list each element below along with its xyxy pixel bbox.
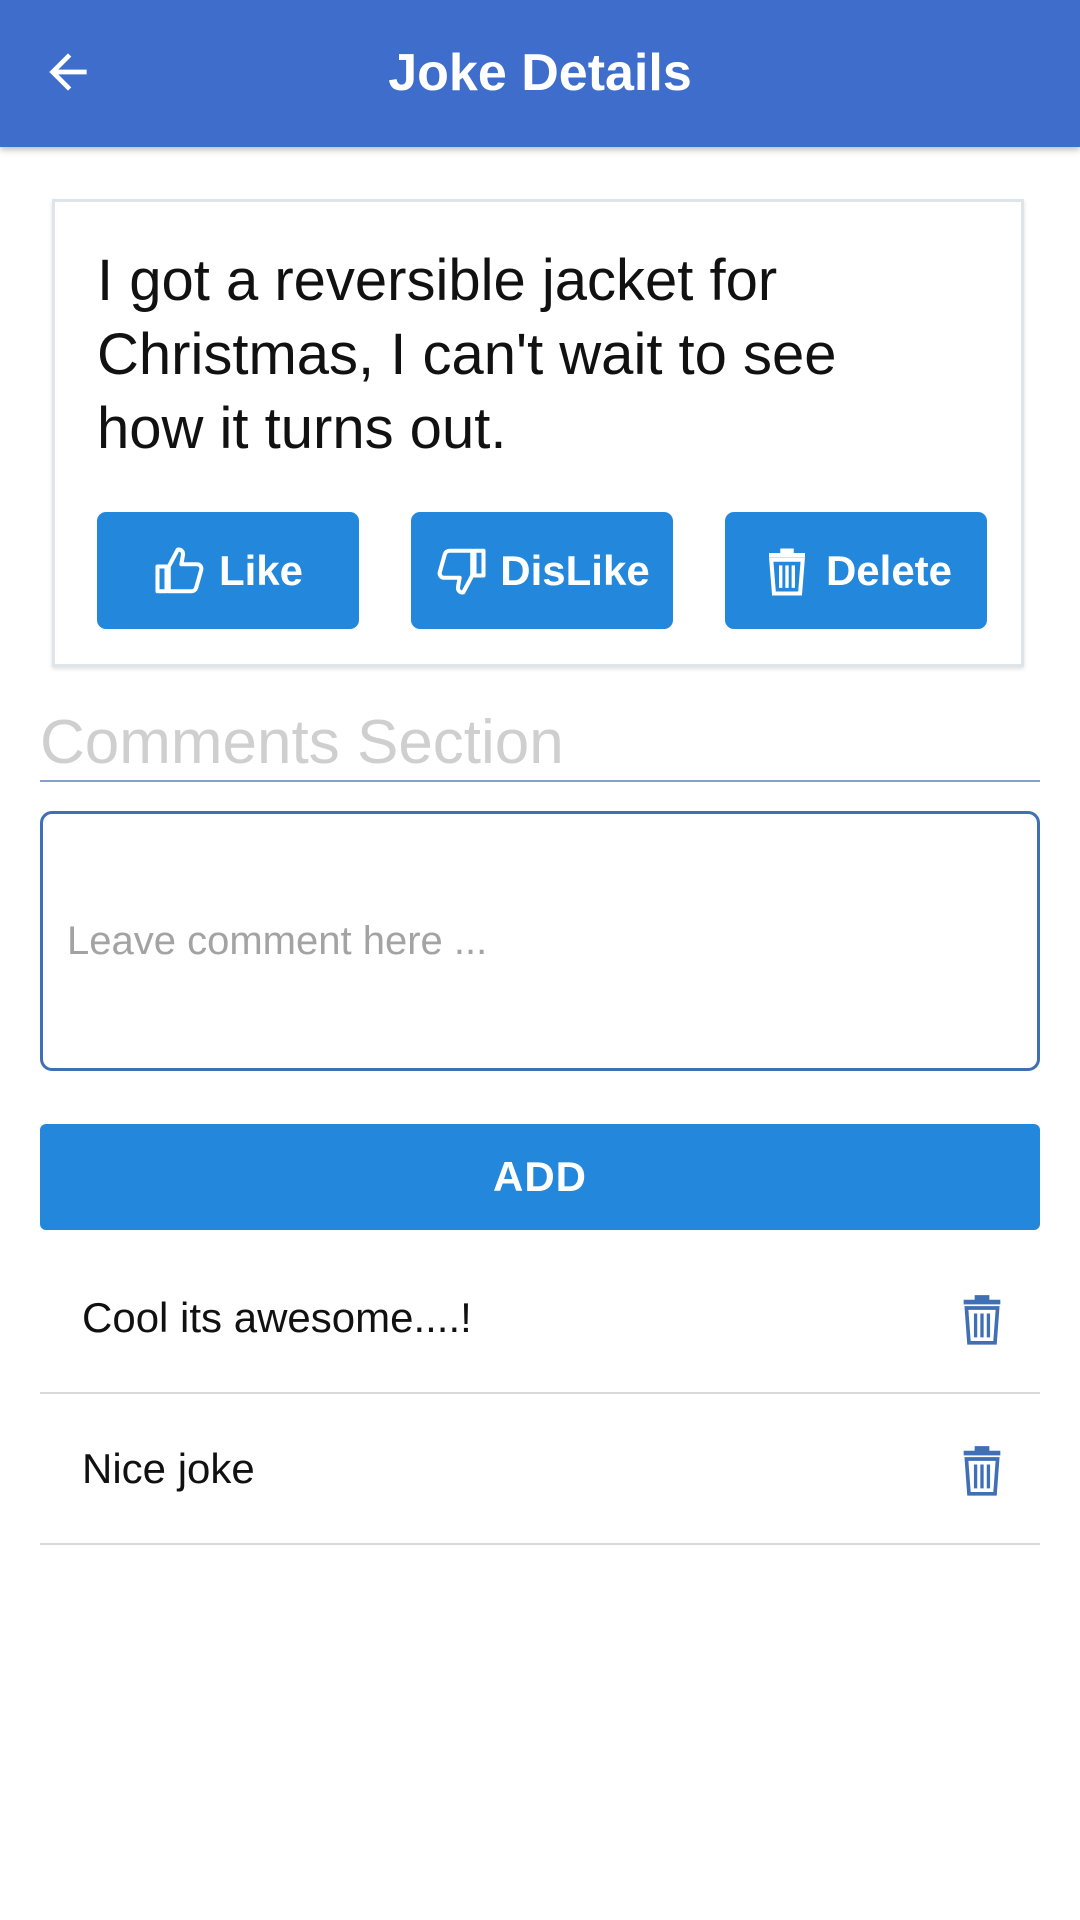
app-bar: Joke Details xyxy=(0,0,1080,147)
delete-joke-button[interactable]: Delete xyxy=(725,512,987,629)
thumbs-down-icon xyxy=(437,548,486,594)
comment-list: Cool its awesome....! Nice joke xyxy=(40,1243,1040,1545)
joke-details-screen: Joke Details I got a reversible jacket f… xyxy=(0,0,1080,1920)
delete-comment-button[interactable] xyxy=(960,1444,1004,1496)
trash-icon xyxy=(963,1446,1001,1496)
like-label: Like xyxy=(218,546,304,594)
dislike-button[interactable]: DisLike xyxy=(411,512,673,629)
dislike-label: DisLike xyxy=(500,546,650,594)
add-comment-button[interactable]: ADD xyxy=(40,1124,1040,1230)
delete-comment-button[interactable] xyxy=(960,1293,1004,1345)
delete-label: Delete xyxy=(825,546,953,594)
trash-icon xyxy=(768,548,805,596)
thumbs-up-icon xyxy=(155,547,204,593)
comment-text: Cool its awesome....! xyxy=(82,1294,472,1341)
joke-text: I got a reversible jacket for Christmas,… xyxy=(97,248,837,461)
like-button[interactable]: Like xyxy=(97,512,359,629)
comment-item: Nice joke xyxy=(40,1394,1040,1545)
page-title: Joke Details xyxy=(388,44,692,102)
trash-icon xyxy=(963,1295,1001,1345)
comment-text: Nice joke xyxy=(82,1445,255,1492)
comments-section-heading: Comments Section xyxy=(40,708,564,777)
comment-item: Cool its awesome....! xyxy=(40,1243,1040,1394)
comment-input[interactable] xyxy=(40,811,1040,1071)
joke-card: I got a reversible jacket for Christmas,… xyxy=(52,199,1024,667)
comments-divider xyxy=(40,780,1040,782)
